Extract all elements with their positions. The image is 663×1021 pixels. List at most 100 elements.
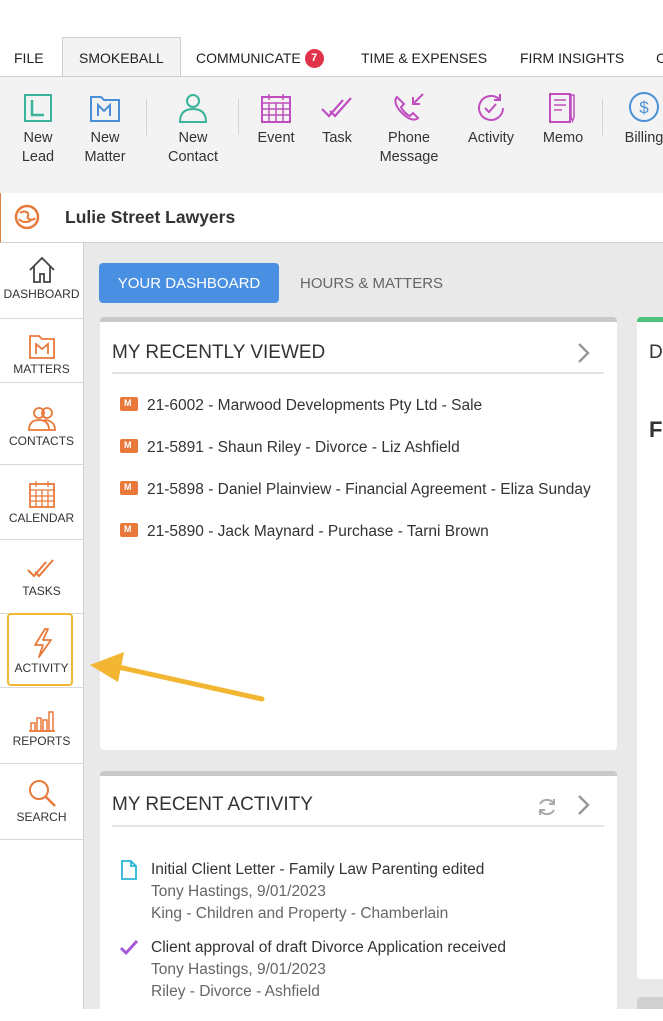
menu-bar: FILE SMOKEBALL COMMUNICATE 7 TIME & EXPEN… <box>0 0 663 77</box>
tab-file[interactable]: FILE <box>14 38 44 76</box>
recent-matter-text: 21-5890 - Jack Maynard - Purchase - Tarn… <box>147 523 489 540</box>
card-divider <box>112 825 604 827</box>
ribbon-separator <box>602 99 603 135</box>
recently-viewed-card: MY RECENTLY VIEWED 21-6002 - Marwood Dev… <box>100 317 617 750</box>
tab-communicate[interactable]: COMMUNICATE 7 <box>196 38 324 76</box>
sidebar-label-reports: REPORTS <box>12 734 71 748</box>
memo-icon <box>549 93 575 124</box>
billing-button[interactable]: $ Billing <box>622 91 663 148</box>
sidebar-item-tasks[interactable]: TASKS <box>0 540 83 614</box>
tasks-check-icon <box>26 559 54 578</box>
checkmark-icon <box>119 939 139 956</box>
sidebar-label-dashboard: DASHBOARD <box>3 287 80 301</box>
right-card-title: D <box>649 342 663 363</box>
activity-item-matter: Riley - Divorce - Ashfield <box>151 983 320 1000</box>
sidebar-label-calendar: CALENDAR <box>8 511 75 525</box>
tab-firm-insights[interactable]: FIRM INSIGHTS <box>520 38 624 76</box>
right-card-text: Fr <box>649 417 663 442</box>
matter-icon <box>120 523 138 537</box>
sidebar-item-search[interactable]: SEARCH <box>0 764 83 840</box>
matter-icon <box>120 397 138 411</box>
activity-item-title[interactable]: Client approval of draft Divorce Applica… <box>151 939 506 957</box>
activity-item-title[interactable]: Initial Client Letter - Family Law Paren… <box>151 861 484 879</box>
activity-label: Activity <box>468 130 514 146</box>
search-icon <box>28 780 56 807</box>
billing-label: Billing <box>624 130 663 146</box>
recent-matter-text: 21-5891 - Shaun Riley - Divorce - Liz As… <box>147 439 460 456</box>
right-partial-card: D Fr <box>637 317 663 979</box>
sidebar-item-dashboard[interactable]: DASHBOARD <box>0 255 83 317</box>
chevron-right-icon[interactable] <box>576 794 592 816</box>
refresh-icon[interactable] <box>536 796 558 818</box>
recent-activity-card: MY RECENT ACTIVITY Initial Client Letter… <box>100 771 617 1021</box>
tab-your-dashboard[interactable]: YOUR DASHBOARD <box>99 263 279 303</box>
calendar-icon <box>261 94 291 123</box>
matters-icon <box>28 335 55 359</box>
new-contact-button[interactable]: New Contact <box>166 91 220 167</box>
new-matter-label: New Matter <box>84 130 126 165</box>
calendar-icon <box>28 481 55 508</box>
matter-icon <box>120 481 138 495</box>
home-icon <box>28 256 55 283</box>
right-card-lower <box>637 997 663 1009</box>
activity-item-author: Tony Hastings, 9/01/2023 <box>151 961 326 978</box>
activity-item-author: Tony Hastings, 9/01/2023 <box>151 883 326 900</box>
activity-item-matter: King - Children and Property - Chamberla… <box>151 905 449 922</box>
memo-label: Memo <box>542 130 584 146</box>
new-matter-button[interactable]: New Matter <box>80 91 130 167</box>
tab-time-expenses[interactable]: TIME & EXPENSES <box>361 38 487 76</box>
ribbon-toolbar: New Lead New Matter New Contact Event Ta… <box>0 76 663 194</box>
firm-bar: Lulie Street Lawyers <box>0 193 663 243</box>
ribbon-separator <box>238 99 239 135</box>
recent-matter-item[interactable]: 21-5890 - Jack Maynard - Purchase - Tarn… <box>120 523 489 541</box>
activity-highlight-box <box>7 613 73 686</box>
activity-refresh-icon <box>478 94 504 121</box>
smokeball-logo-icon <box>14 204 40 230</box>
sidebar-label-contacts: CONTACTS <box>8 434 75 448</box>
tab-hours-matters[interactable]: HOURS & MATTERS <box>300 263 443 303</box>
tab-smokeball[interactable]: SMOKEBALL <box>62 37 181 76</box>
matter-icon <box>90 96 120 122</box>
sidebar-label-search: SEARCH <box>16 810 67 824</box>
recent-matter-text: 21-5898 - Daniel Plainview - Financial A… <box>147 481 591 498</box>
reports-bar-chart-icon <box>28 711 55 732</box>
svg-text:$: $ <box>639 98 649 117</box>
sidebar-item-reports[interactable]: REPORTS <box>0 688 83 764</box>
sidebar-label-matters: MATTERS <box>13 362 70 376</box>
recent-matter-item[interactable]: 21-5891 - Shaun Riley - Divorce - Liz As… <box>120 439 460 457</box>
tab-overflow[interactable]: C <box>656 38 663 76</box>
contacts-icon <box>27 407 56 431</box>
lead-icon <box>24 94 52 122</box>
phone-message-label: Phone Message <box>379 130 439 165</box>
recent-matter-item[interactable]: 21-5898 - Daniel Plainview - Financial A… <box>120 481 598 499</box>
firm-name: Lulie Street Lawyers <box>65 207 236 227</box>
task-button[interactable]: Task <box>318 91 356 148</box>
phone-message-button[interactable]: Phone Message <box>378 91 440 167</box>
sidebar-item-contacts[interactable]: CONTACTS <box>0 391 83 465</box>
sidebar-item-matters[interactable]: MATTERS <box>0 318 83 383</box>
chevron-right-icon[interactable] <box>576 342 592 364</box>
recent-matter-item[interactable]: 21-6002 - Marwood Developments Pty Ltd -… <box>120 397 482 415</box>
card-divider <box>112 372 604 374</box>
new-lead-button[interactable]: New Lead <box>14 91 62 167</box>
new-lead-label: New Lead <box>21 130 55 165</box>
recently-viewed-title: MY RECENTLY VIEWED <box>112 342 326 363</box>
new-contact-label: New Contact <box>168 130 218 165</box>
notification-badge: 7 <box>304 49 324 68</box>
event-button[interactable]: Event <box>254 91 298 148</box>
recent-matter-text: 21-6002 - Marwood Developments Pty Ltd -… <box>147 397 483 414</box>
memo-button[interactable]: Memo <box>540 91 586 148</box>
phone-icon <box>394 93 424 121</box>
ribbon-separator <box>146 99 147 135</box>
sidebar-item-calendar[interactable]: CALENDAR <box>0 465 83 540</box>
contact-icon <box>178 94 208 123</box>
activity-button[interactable]: Activity <box>464 91 518 148</box>
matter-icon <box>120 439 138 453</box>
task-check-icon <box>321 97 352 118</box>
sidebar-label-tasks: TASKS <box>22 584 61 598</box>
task-label: Task <box>322 130 352 146</box>
recent-activity-title: MY RECENT ACTIVITY <box>112 794 313 815</box>
document-icon <box>121 860 137 880</box>
event-label: Event <box>257 130 295 146</box>
billing-dollar-icon: $ <box>629 92 659 122</box>
